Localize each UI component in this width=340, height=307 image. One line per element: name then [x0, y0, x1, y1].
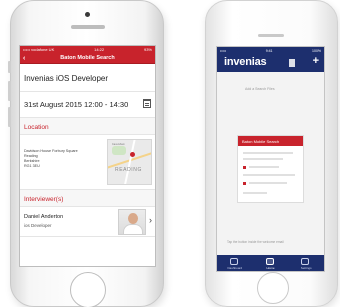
location-heading: Location — [20, 118, 155, 135]
tab-label: Settings — [300, 266, 312, 270]
card-line — [249, 166, 279, 168]
search-card[interactable]: Baton Mobile Search — [237, 135, 304, 203]
clock-text: 14:22 — [94, 47, 105, 52]
card-line — [243, 174, 295, 176]
address-line: RG1 3EU — [24, 164, 40, 168]
interviewers-heading: Interviewer(s) — [20, 190, 155, 207]
card-line — [243, 152, 293, 154]
map-label-small: Caversham — [112, 143, 125, 146]
interviewer-row[interactable]: Daniel Anderton ios Developer › — [20, 207, 155, 237]
mute-switch — [8, 61, 11, 73]
battery-text: 100% — [312, 48, 321, 53]
avatar-body — [123, 224, 143, 234]
carrier-text: ••••• vodafone UK — [23, 47, 55, 52]
date-time-text: 31st August 2015 12:00 - 14:30 — [24, 100, 129, 109]
chevron-right-icon[interactable]: › — [149, 215, 152, 225]
tab-settings[interactable]: Settings — [288, 255, 324, 271]
home-icon — [265, 258, 274, 265]
date-time-row: 31st August 2015 12:00 - 14:30 — [20, 92, 155, 118]
card-bullet — [243, 182, 246, 185]
right-phone: ••••• 9:41 100% invenias + Add a Search … — [205, 0, 338, 307]
earpiece-speaker — [258, 34, 284, 37]
clock-text: 9:41 — [265, 48, 273, 53]
location-map[interactable]: Caversham READING — [107, 139, 152, 185]
logo-mark-icon — [289, 59, 295, 67]
settings-icon — [301, 258, 310, 265]
home-button[interactable] — [257, 272, 289, 304]
status-bar: ••••• vodafone UK 14:22 93% — [20, 46, 155, 53]
navigation-bar: ‹ Baton Mobile Search — [20, 53, 155, 64]
avatar — [118, 209, 146, 235]
tab-dashboard[interactable]: Dashboard — [217, 255, 253, 271]
front-camera — [85, 12, 90, 17]
card-line — [243, 158, 283, 160]
map-park — [112, 146, 126, 155]
invenias-logo: invenias — [224, 56, 267, 68]
add-icon[interactable]: + — [313, 55, 319, 67]
footer-text: Tap the button inside the welcome email — [227, 240, 284, 244]
left-phone: ••••• vodafone UK 14:22 93% ‹ Baton Mobi… — [8, 0, 164, 307]
card-line — [243, 192, 267, 194]
job-title: Invenias iOS Developer — [20, 64, 155, 92]
map-pin-icon — [130, 152, 135, 157]
location-block[interactable]: Davidson House Forbury Square Reading Be… — [20, 135, 155, 190]
right-screen: ••••• 9:41 100% invenias + Add a Search … — [216, 46, 325, 272]
interviewer-role: ios Developer — [24, 223, 52, 228]
calendar-icon[interactable] — [143, 99, 151, 108]
tab-home[interactable]: Home — [253, 255, 289, 271]
interviewer-name: Daniel Anderton — [24, 214, 64, 220]
tab-bar: Dashboard Home Settings — [217, 255, 324, 271]
left-screen: ••••• vodafone UK 14:22 93% ‹ Baton Mobi… — [19, 45, 156, 267]
card-line — [249, 182, 287, 184]
map-label: READING — [115, 167, 142, 173]
tab-label: Home — [266, 266, 275, 270]
avatar-head — [128, 213, 138, 224]
tab-label: Dashboard — [227, 266, 243, 270]
card-bullet — [243, 166, 246, 169]
signal-text: ••••• — [220, 48, 227, 53]
dashboard-icon — [230, 258, 238, 265]
volume-up-button — [8, 81, 11, 101]
nav-title: Baton Mobile Search — [60, 55, 115, 61]
earpiece-speaker — [71, 25, 105, 29]
app-header: invenias + — [217, 54, 324, 72]
hint-text: Add a Search Files — [245, 87, 275, 91]
home-button[interactable] — [70, 272, 106, 307]
volume-down-button — [8, 107, 11, 127]
card-title: Baton Mobile Search — [238, 136, 303, 146]
battery-text: 93% — [143, 47, 152, 52]
address: Davidson House Forbury Square Reading Be… — [24, 149, 78, 169]
chevron-left-icon[interactable]: ‹ — [23, 54, 25, 63]
status-bar: ••••• 9:41 100% — [217, 47, 324, 54]
